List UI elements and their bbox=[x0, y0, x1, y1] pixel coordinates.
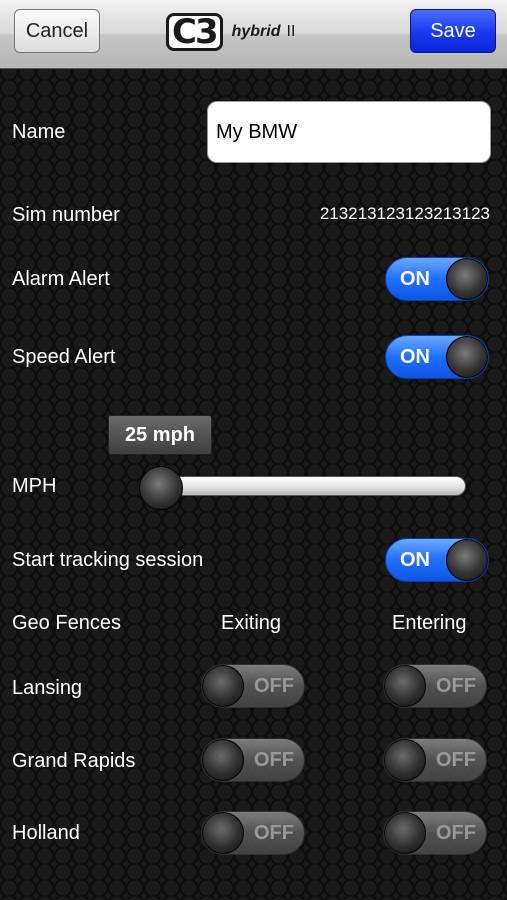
toggle-knob bbox=[384, 665, 426, 707]
tracking-session-label: Start tracking session bbox=[12, 549, 204, 571]
toggle-knob bbox=[202, 812, 244, 854]
geo-fences-header: Geo Fences bbox=[12, 612, 121, 634]
toggle-state-label: ON bbox=[400, 549, 430, 571]
toggle-knob bbox=[202, 739, 244, 781]
toggle-state-label: OFF bbox=[436, 822, 476, 844]
entering-column-header: Entering bbox=[392, 612, 467, 634]
mph-slider-knob[interactable] bbox=[139, 466, 183, 510]
holland-entering-toggle[interactable]: OFF bbox=[383, 811, 487, 855]
grand-rapids-entering-toggle[interactable]: OFF bbox=[383, 738, 487, 782]
toggle-knob bbox=[446, 336, 488, 378]
toggle-state-label: OFF bbox=[254, 675, 294, 697]
geofence-name-holland: Holland bbox=[12, 822, 80, 844]
toggle-knob bbox=[384, 812, 426, 854]
exiting-column-header: Exiting bbox=[221, 612, 282, 634]
toggle-state-label: ON bbox=[400, 268, 430, 290]
lansing-exiting-toggle[interactable]: OFF bbox=[201, 664, 305, 708]
grand-rapids-exiting-toggle[interactable]: OFF bbox=[201, 738, 305, 782]
toggle-state-label: OFF bbox=[436, 749, 476, 771]
toggle-state-label: OFF bbox=[254, 749, 294, 771]
toggle-knob bbox=[446, 258, 488, 300]
toggle-state-label: OFF bbox=[254, 822, 294, 844]
name-input[interactable]: My BMW bbox=[207, 101, 491, 163]
alarm-alert-label: Alarm Alert bbox=[12, 268, 110, 290]
geofence-name-lansing: Lansing bbox=[12, 677, 83, 699]
toggle-knob bbox=[384, 739, 426, 781]
mph-label: MPH bbox=[12, 475, 57, 497]
logo-subtitle: hybrid bbox=[231, 23, 281, 40]
toggle-state-label: OFF bbox=[436, 675, 476, 697]
navigation-bar: Cancel C3 hybrid II Save bbox=[0, 0, 507, 69]
mph-value-bubble: 25 mph bbox=[108, 415, 212, 455]
sim-number-label: Sim number bbox=[12, 204, 120, 226]
toggle-state-label: ON bbox=[400, 346, 430, 368]
logo-mark: C3 bbox=[166, 12, 226, 52]
speed-alert-toggle[interactable]: ON bbox=[385, 335, 489, 379]
name-label: Name bbox=[12, 121, 66, 143]
mph-slider[interactable] bbox=[139, 466, 466, 510]
logo-version: II bbox=[286, 23, 296, 40]
toggle-knob bbox=[202, 665, 244, 707]
lansing-entering-toggle[interactable]: OFF bbox=[383, 664, 487, 708]
speed-alert-label: Speed Alert bbox=[12, 346, 116, 368]
holland-exiting-toggle[interactable]: OFF bbox=[201, 811, 305, 855]
geofence-name-grand-rapids: Grand Rapids bbox=[12, 750, 136, 772]
sim-number-value: 213213123123213123 bbox=[319, 204, 490, 223]
app-logo: C3 hybrid II bbox=[166, 12, 295, 52]
tracking-session-toggle[interactable]: ON bbox=[385, 538, 489, 582]
cancel-button[interactable]: Cancel bbox=[14, 9, 100, 53]
toggle-knob bbox=[446, 539, 488, 581]
save-button[interactable]: Save bbox=[410, 9, 496, 53]
alarm-alert-toggle[interactable]: ON bbox=[385, 257, 489, 301]
